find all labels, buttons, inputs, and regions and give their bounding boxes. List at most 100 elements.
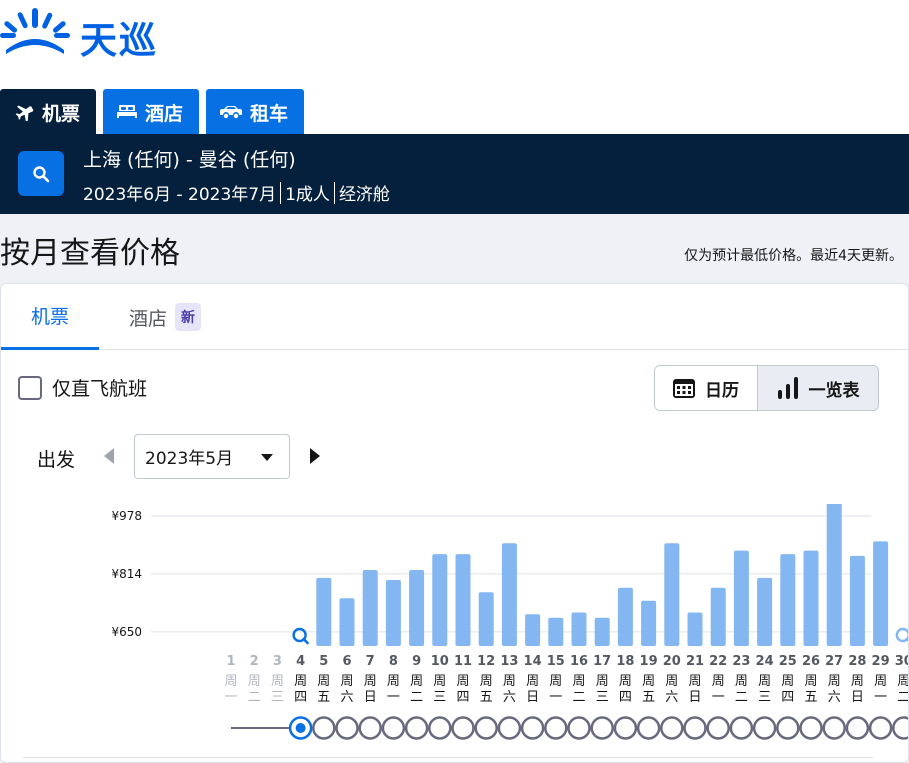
day-number: 11 (454, 654, 472, 669)
weekday-label: 周 (781, 674, 794, 689)
date-radio[interactable] (706, 716, 730, 740)
skyscanner-logo[interactable]: 天巡 (0, 6, 170, 62)
date-radio[interactable] (381, 716, 406, 740)
date-radio[interactable] (474, 716, 498, 740)
price-bar[interactable] (455, 554, 471, 646)
date-radio[interactable] (335, 716, 359, 740)
day-number: 14 (524, 654, 542, 669)
car-icon (220, 105, 243, 119)
tab-hotels[interactable]: 酒店 (103, 89, 200, 135)
day-number: 16 (570, 654, 588, 669)
weekday-label: 六 (665, 690, 678, 705)
tab-hotels-prices-label: 酒店 (129, 307, 168, 330)
calendar-view-button[interactable]: 日历 (655, 366, 758, 410)
list-view-button[interactable]: 一览表 (758, 366, 878, 410)
weekday-label: 三 (433, 690, 446, 705)
price-bar[interactable] (339, 598, 355, 646)
direct-only-checkbox[interactable] (18, 376, 42, 400)
date-radio[interactable] (544, 716, 568, 740)
price-bar[interactable] (780, 554, 796, 646)
date-radio[interactable] (404, 716, 429, 740)
direct-only-label[interactable]: 仅直飞航班 (52, 374, 147, 401)
weekday-label: 周 (688, 674, 701, 689)
date-radio[interactable] (660, 716, 684, 740)
date-radio[interactable] (729, 716, 754, 740)
tab-hotels-label: 酒店 (145, 102, 184, 125)
date-radio[interactable] (799, 716, 823, 740)
price-bar[interactable] (316, 577, 332, 646)
month-select[interactable]: 2023年5月 (134, 434, 290, 479)
date-radio[interactable] (567, 716, 591, 740)
day-number: 29 (872, 654, 890, 669)
price-bar[interactable] (385, 579, 401, 646)
next-month-button[interactable] (309, 447, 323, 469)
date-radio[interactable] (497, 716, 522, 740)
weekday-label: 二 (735, 690, 748, 705)
date-radio[interactable] (428, 716, 452, 740)
product-tabs: 机票 酒店 租车 (0, 89, 311, 135)
price-bar[interactable] (757, 577, 773, 646)
weekday-label: 日 (688, 690, 701, 705)
price-bar[interactable] (803, 550, 819, 646)
date-radio[interactable] (845, 716, 870, 740)
date-radio-dot (295, 723, 306, 733)
weekday-label: 日 (526, 690, 539, 705)
price-bar[interactable] (826, 504, 842, 646)
price-bar[interactable] (571, 612, 587, 646)
weekday-label: 周 (224, 674, 237, 689)
date-radio[interactable] (613, 716, 638, 740)
brand-name: 天巡 (80, 19, 158, 62)
list-view-label: 一览表 (808, 380, 860, 401)
price-bar[interactable] (641, 600, 657, 646)
weekday-label: 三 (596, 690, 609, 705)
price-bar[interactable] (849, 555, 865, 646)
weekday-label: 周 (851, 674, 864, 689)
tab-flights[interactable]: 机票 (0, 89, 97, 135)
price-bar[interactable] (710, 587, 726, 646)
date-radio[interactable] (312, 716, 336, 740)
date-radio[interactable] (776, 716, 800, 740)
date-radio[interactable] (520, 716, 545, 740)
price-bar[interactable] (733, 550, 749, 646)
prev-month-button[interactable] (101, 447, 115, 469)
price-bar[interactable] (664, 543, 680, 646)
tab-car-hire-label: 租车 (250, 102, 289, 125)
weekday-label: 周 (549, 674, 562, 689)
date-radio[interactable] (892, 716, 908, 740)
divider (280, 181, 282, 204)
weekday-label: 三 (758, 690, 771, 705)
price-bar[interactable] (501, 543, 517, 646)
tab-car-hire[interactable]: 租车 (206, 89, 305, 135)
day-number: 2 (250, 654, 259, 669)
price-bar[interactable] (478, 592, 494, 646)
weekday-label: 二 (572, 690, 585, 705)
tab-flights-prices[interactable]: 机票 (1, 284, 99, 350)
weekday-label: 周 (340, 674, 353, 689)
price-bar[interactable] (525, 614, 541, 646)
chevron-right-icon (310, 448, 320, 464)
price-bar[interactable] (432, 554, 448, 646)
price-bar[interactable] (617, 587, 633, 646)
tab-hotels-prices[interactable]: 酒店 新 (129, 284, 202, 350)
weekday-label: 六 (828, 690, 841, 705)
price-bar[interactable] (873, 541, 889, 646)
price-bar[interactable] (548, 617, 564, 646)
price-bar[interactable] (409, 570, 425, 646)
date-radio[interactable] (752, 716, 777, 740)
price-bar[interactable] (362, 570, 378, 646)
date-radio[interactable] (683, 716, 707, 740)
tab-flights-label: 机票 (42, 102, 81, 125)
date-radio[interactable] (451, 716, 475, 740)
price-bar[interactable] (594, 617, 610, 646)
date-radio[interactable] (636, 716, 661, 740)
date-radio[interactable] (358, 716, 382, 740)
price-bar[interactable] (687, 612, 703, 646)
date-radio[interactable] (590, 716, 614, 740)
date-radio[interactable] (822, 716, 846, 740)
weekday-label: 周 (712, 674, 725, 689)
day-number: 23 (732, 654, 750, 669)
search-button[interactable] (18, 151, 64, 196)
day-number: 4 (296, 654, 305, 669)
date-radio[interactable] (868, 716, 893, 740)
price-disclaimer: 仅为预计最低价格。最近4天更新。 (684, 248, 903, 264)
